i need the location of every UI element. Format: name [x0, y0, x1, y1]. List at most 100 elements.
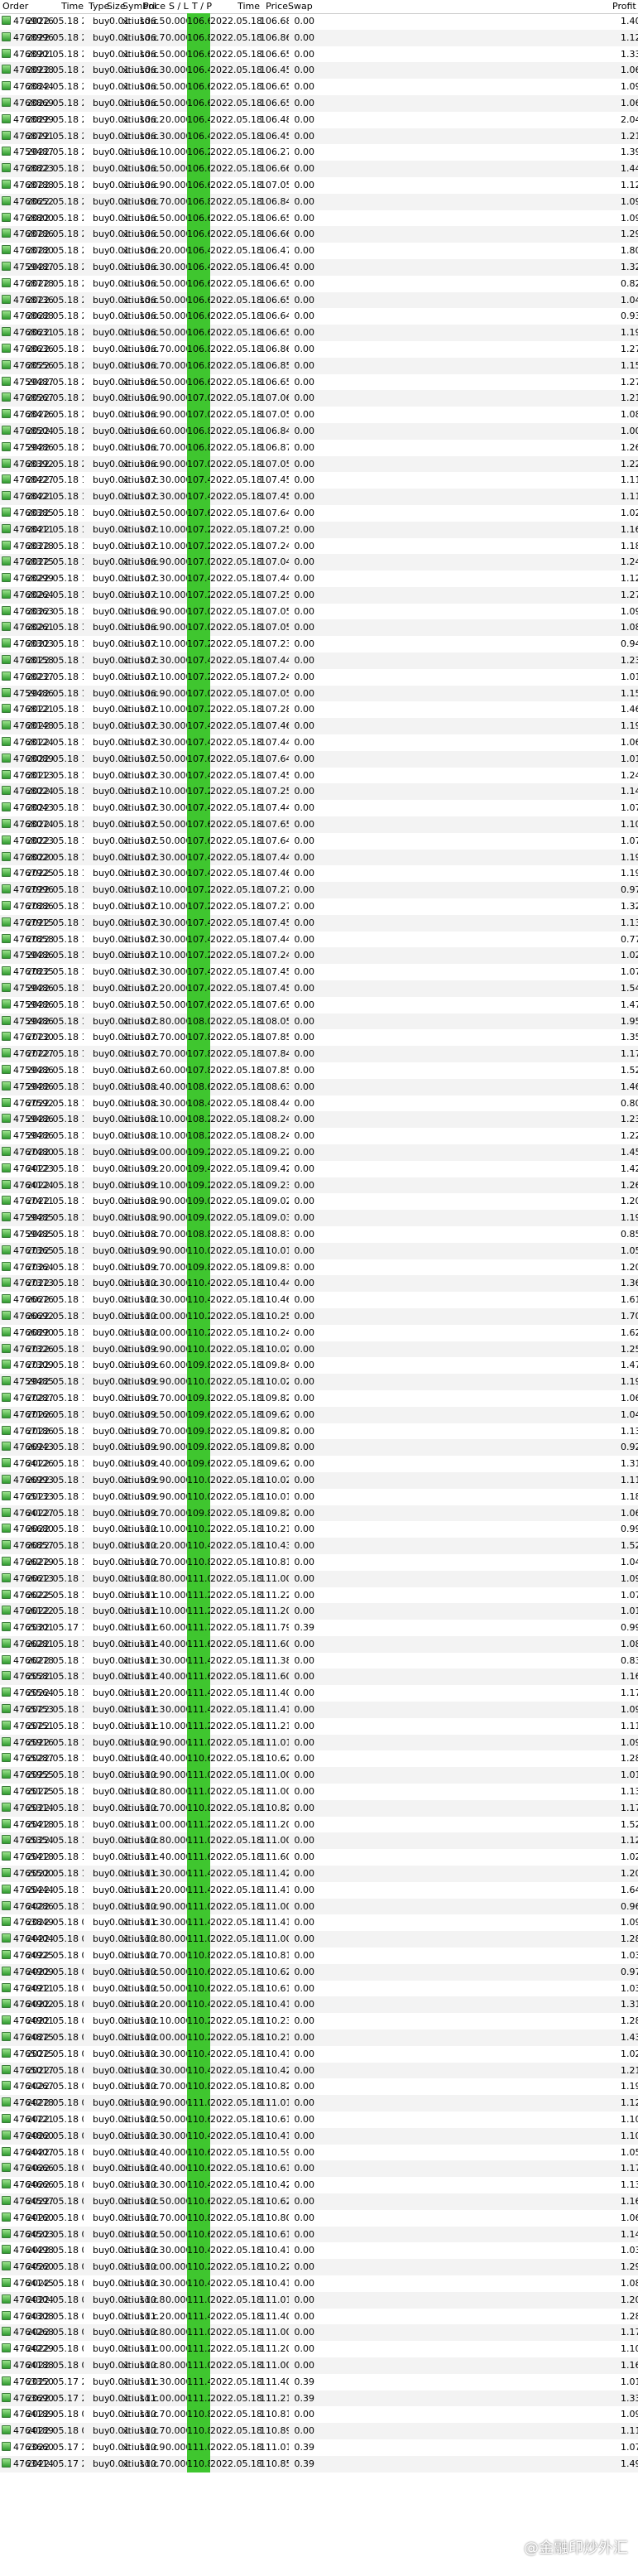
table-row[interactable]: 475948622022.05.18 17:50:26buy0.01xtiusd…: [0, 1128, 638, 1144]
header-sl[interactable]: S / L: [169, 0, 189, 13]
table-row[interactable]: 476575192022.05.18 13:59:07buy0.01xtiusd…: [0, 1717, 638, 1735]
table-row[interactable]: 476426792022.05.18 04:20:52buy0.01xtiusd…: [0, 2078, 638, 2096]
table-row[interactable]: 476422902022.05.18 03:38:27buy0.01xtiusd…: [0, 2341, 638, 2357]
table-row[interactable]: 476517502022.05.18 12:49:06buy0.01xtiusd…: [0, 1784, 638, 1800]
table-row[interactable]: 476591672022.05.18 13:51:35buy0.01xtiusd…: [0, 1734, 638, 1751]
table-row[interactable]: 476449842022.05.18 05:37:13buy0.01xtiusd…: [0, 2242, 638, 2260]
table-row[interactable]: 476865232022.05.18 20:45:02buy0.01xtiusd…: [0, 193, 638, 210]
table-row[interactable]: 475948632022.05.18 18:06:19buy0.01xtiusd…: [0, 1062, 638, 1079]
table-row[interactable]: 476907662022.05.18 21:17:53buy0.01xtiusd…: [0, 13, 638, 30]
table-row[interactable]: 476839292022.05.18 20:04:11buy0.01xtiusd…: [0, 455, 638, 473]
table-row[interactable]: 476456012022.05.18 05:30:45buy0.01xtiusd…: [0, 2259, 638, 2275]
table-row[interactable]: 476882322022.05.18 21:37:01buy0.01xtiusd…: [0, 161, 638, 177]
table-row[interactable]: 476416022022.05.18 04:31:12buy0.01xtiusd…: [0, 2209, 638, 2227]
table-row[interactable]: 475948642022.05.18 18:04:34buy0.01xtiusd…: [0, 1013, 638, 1030]
table-row[interactable]: 476884412022.05.18 22:04:51buy0.01xtiusd…: [0, 79, 638, 95]
table-row[interactable]: 476783562022.05.18 18:20:36buy0.01xtiusd…: [0, 964, 638, 981]
table-row[interactable]: 475948682022.05.18 19:06:08buy0.01xtiusd…: [0, 685, 638, 702]
table-row[interactable]: 476886942022.05.18 21:44:25buy0.01xtiusd…: [0, 94, 638, 112]
table-row[interactable]: 476430852022.05.18 04:34:38buy0.01xtiusd…: [0, 2308, 638, 2325]
table-row[interactable]: 475948592022.05.18 17:37:59buy0.01xtiusd…: [0, 1225, 638, 1243]
table-row[interactable]: 476893842022.05.18 22:22:09buy0.01xtiusd…: [0, 62, 638, 79]
table-row[interactable]: 476773082022.05.18 18:09:26buy0.01xtiusd…: [0, 1029, 638, 1047]
table-row[interactable]: 475948692022.05.18 20:08:08buy0.01xtiusd…: [0, 439, 638, 456]
table-row[interactable]: 476428602022.05.18 10:31:50buy0.01xtiusd…: [0, 1898, 638, 1915]
header-profit[interactable]: Profit: [612, 0, 638, 13]
table-row[interactable]: 476747102022.05.18 17:39:22buy0.01xtiusd…: [0, 1193, 638, 1211]
table-row[interactable]: 476792592022.05.18 18:30:01buy0.01xtiusd…: [0, 865, 638, 883]
table-row[interactable]: 476812492022.05.18 18:54:07buy0.01xtiusd…: [0, 734, 638, 751]
table-row[interactable]: 476804382022.05.18 18:45:47buy0.01xtiusd…: [0, 800, 638, 817]
table-row[interactable]: 476815882022.05.18 19:00:45buy0.01xtiusd…: [0, 652, 638, 669]
table-row[interactable]: 475948702022.05.18 20:36:01buy0.01xtiusd…: [0, 373, 638, 391]
table-row[interactable]: 475948602022.05.18 17:49:37buy0.01xtiusd…: [0, 1078, 638, 1095]
table-row[interactable]: 476558172022.05.18 13:37:50buy0.01xtiusd…: [0, 1668, 638, 1686]
table-row[interactable]: 475948662022.05.18 18:18:35buy0.01xtiusd…: [0, 980, 638, 997]
table-row[interactable]: 476490992022.05.18 09:07:04buy0.01xtiusd…: [0, 1963, 638, 1981]
table-row[interactable]: 476490162022.05.18 09:10:23buy0.01xtiusd…: [0, 2013, 638, 2030]
header-price[interactable]: Price: [139, 0, 165, 13]
table-row[interactable]: 476492562022.05.18 09:10:02buy0.01xtiusd…: [0, 1948, 638, 1964]
table-row[interactable]: 476814882022.05.18 18:57:42buy0.01xtiusd…: [0, 718, 638, 735]
table-row[interactable]: 476622592022.05.18 15:57:34buy0.01xtiusd…: [0, 1587, 638, 1604]
table-row[interactable]: 476791532022.05.18 18:29:00buy0.01xtiusd…: [0, 914, 638, 932]
table-row[interactable]: 475948652022.05.18 18:17:14buy0.01xtiusd…: [0, 996, 638, 1014]
table-row[interactable]: 476627972022.05.18 16:31:01buy0.01xtiusd…: [0, 1553, 638, 1571]
table-row[interactable]: 476850412022.05.18 20:17:38buy0.01xtiusd…: [0, 422, 638, 440]
table-row[interactable]: 476669272022.05.18 17:20:05buy0.01xtiusd…: [0, 1307, 638, 1325]
table-row[interactable]: 476879102022.05.18 21:45:30buy0.01xtiusd…: [0, 128, 638, 145]
table-row[interactable]: 476841192022.05.18 19:49:38buy0.01xtiusd…: [0, 521, 638, 538]
table-row[interactable]: 476847682022.05.18 20:07:01buy0.01xtiusd…: [0, 407, 638, 423]
table-row[interactable]: 476842152022.05.18 19:51:20buy0.01xtiusd…: [0, 489, 638, 505]
table-row[interactable]: 476748002022.05.18 17:44:45buy0.01xtiusd…: [0, 1144, 638, 1161]
header-tp[interactable]: T / P: [192, 0, 212, 13]
table-row[interactable]: 476668022022.05.18 16:35:09buy0.01xtiusd…: [0, 1521, 638, 1538]
table-row[interactable]: 476890132022.05.18 22:09:34buy0.01xtiusd…: [0, 46, 638, 63]
table-row[interactable]: 476661362022.05.18 16:10:03buy0.01xtiusd…: [0, 1570, 638, 1587]
table-row[interactable]: 476544462022.05.18 11:06:12buy0.01xtiusd…: [0, 1881, 638, 1899]
table-row[interactable]: 476450352022.05.18 05:39:30buy0.01xtiusd…: [0, 2226, 638, 2243]
table-row[interactable]: 476699332022.05.18 16:44:33buy0.01xtiusd…: [0, 1471, 638, 1489]
table-row[interactable]: 476889942022.05.18 21:59:36buy0.01xtiusd…: [0, 111, 638, 128]
table-row[interactable]: 475948612022.05.18 17:52:09buy0.01xtiusd…: [0, 1111, 638, 1129]
table-row[interactable]: 476414542022.05.18 04:44:19buy0.01xtiusd…: [0, 2275, 638, 2292]
table-row[interactable]: 476823732022.05.18 19:05:27buy0.01xtiusd…: [0, 668, 638, 686]
table-row[interactable]: 476366082022.05.17 20:56:07buy0.01xtiusd…: [0, 2439, 638, 2456]
header-time[interactable]: Time: [36, 0, 84, 13]
table-row[interactable]: 476384932022.05.18 03:13:11buy0.01xtiusd…: [0, 1914, 638, 1932]
table-row[interactable]: 476530142022.05.17 19:48:51buy0.01xtiusd…: [0, 1620, 638, 1636]
table-row[interactable]: 476513332022.05.18 16:38:42buy0.01xtiusd…: [0, 1488, 638, 1505]
table-row[interactable]: 475948572022.05.18 17:06:41buy0.01xtiusd…: [0, 1374, 638, 1390]
table-row[interactable]: 476628162022.05.18 14:57:39buy0.01xtiusd…: [0, 1635, 638, 1653]
table-row[interactable]: 476856772022.05.18 20:22:45buy0.01xtiusd…: [0, 390, 638, 407]
table-row[interactable]: 476899682022.05.18 21:34:40buy0.01xtiusd…: [0, 29, 638, 46]
table-row[interactable]: 476685722022.05.18 16:33:34buy0.01xtiusd…: [0, 1538, 638, 1554]
table-row[interactable]: 476418822022.05.18 03:24:57buy0.01xtiusd…: [0, 2357, 638, 2374]
table-row[interactable]: 476737352022.05.18 17:30:49buy0.01xtiusd…: [0, 1275, 638, 1293]
table-row[interactable]: 476487522022.05.18 09:16:24buy0.01xtiusd…: [0, 2030, 638, 2046]
table-row[interactable]: 476369062022.05.17 21:09:58buy0.01xtiusd…: [0, 2390, 638, 2407]
table-row[interactable]: 476575352022.05.18 14:03:44buy0.01xtiusd…: [0, 1702, 638, 1718]
table-row[interactable]: 476612252022.05.18 15:59:05buy0.01xtiusd…: [0, 1603, 638, 1620]
table-row[interactable]: 476728782022.05.18 17:18:59buy0.01xtiusd…: [0, 1389, 638, 1407]
table-row[interactable]: 476595592022.05.18 13:33:22buy0.01xtiusd…: [0, 1767, 638, 1784]
header-swap[interactable]: Swap: [288, 0, 314, 13]
table-row[interactable]: 476829932022.05.18 19:20:40buy0.01xtiusd…: [0, 571, 638, 587]
table-row[interactable]: 476830312022.05.18 19:15:06buy0.01xtiusd…: [0, 636, 638, 653]
table-row[interactable]: 476427842022.05.18 04:25:04buy0.01xtiusd…: [0, 2095, 638, 2111]
table-row[interactable]: 476736482022.05.18 17:31:44buy0.01xtiusd…: [0, 1259, 638, 1276]
table-row[interactable]: 476808942022.05.18 18:45:27buy0.01xtiusd…: [0, 750, 638, 768]
table-row[interactable]: 476802442022.05.18 18:43:28buy0.01xtiusd…: [0, 783, 638, 801]
table-row[interactable]: 476430492022.05.18 04:49:10buy0.01xtiusd…: [0, 2291, 638, 2309]
table-row[interactable]: 476788662022.05.18 18:35:16buy0.01xtiusd…: [0, 898, 638, 915]
table-row[interactable]: 476718642022.05.18 17:07:37buy0.01xtiusd…: [0, 1423, 638, 1440]
table-row[interactable]: 476627832022.05.18 14:53:23buy0.01xtiusd…: [0, 1652, 638, 1669]
table-row[interactable]: 476812112022.05.18 19:02:24buy0.01xtiusd…: [0, 701, 638, 719]
table-row[interactable]: 476418912022.05.18 02:14:33buy0.01xtiusd…: [0, 2406, 638, 2424]
table-row[interactable]: 476759292022.05.18 17:54:03buy0.01xtiusd…: [0, 1095, 638, 1112]
table-row[interactable]: 475948722022.05.18 21:46:27buy0.01xtiusd…: [0, 144, 638, 161]
table-row[interactable]: 476412412022.05.18 17:37:01buy0.01xtiusd…: [0, 1177, 638, 1194]
table-row[interactable]: 476730972022.05.18 17:25:37buy0.01xtiusd…: [0, 1357, 638, 1375]
table-row[interactable]: 476531412022.05.18 13:04:07buy0.01xtiusd…: [0, 1799, 638, 1817]
table-row[interactable]: 476732662022.05.18 17:23:23buy0.01xtiusd…: [0, 1341, 638, 1358]
